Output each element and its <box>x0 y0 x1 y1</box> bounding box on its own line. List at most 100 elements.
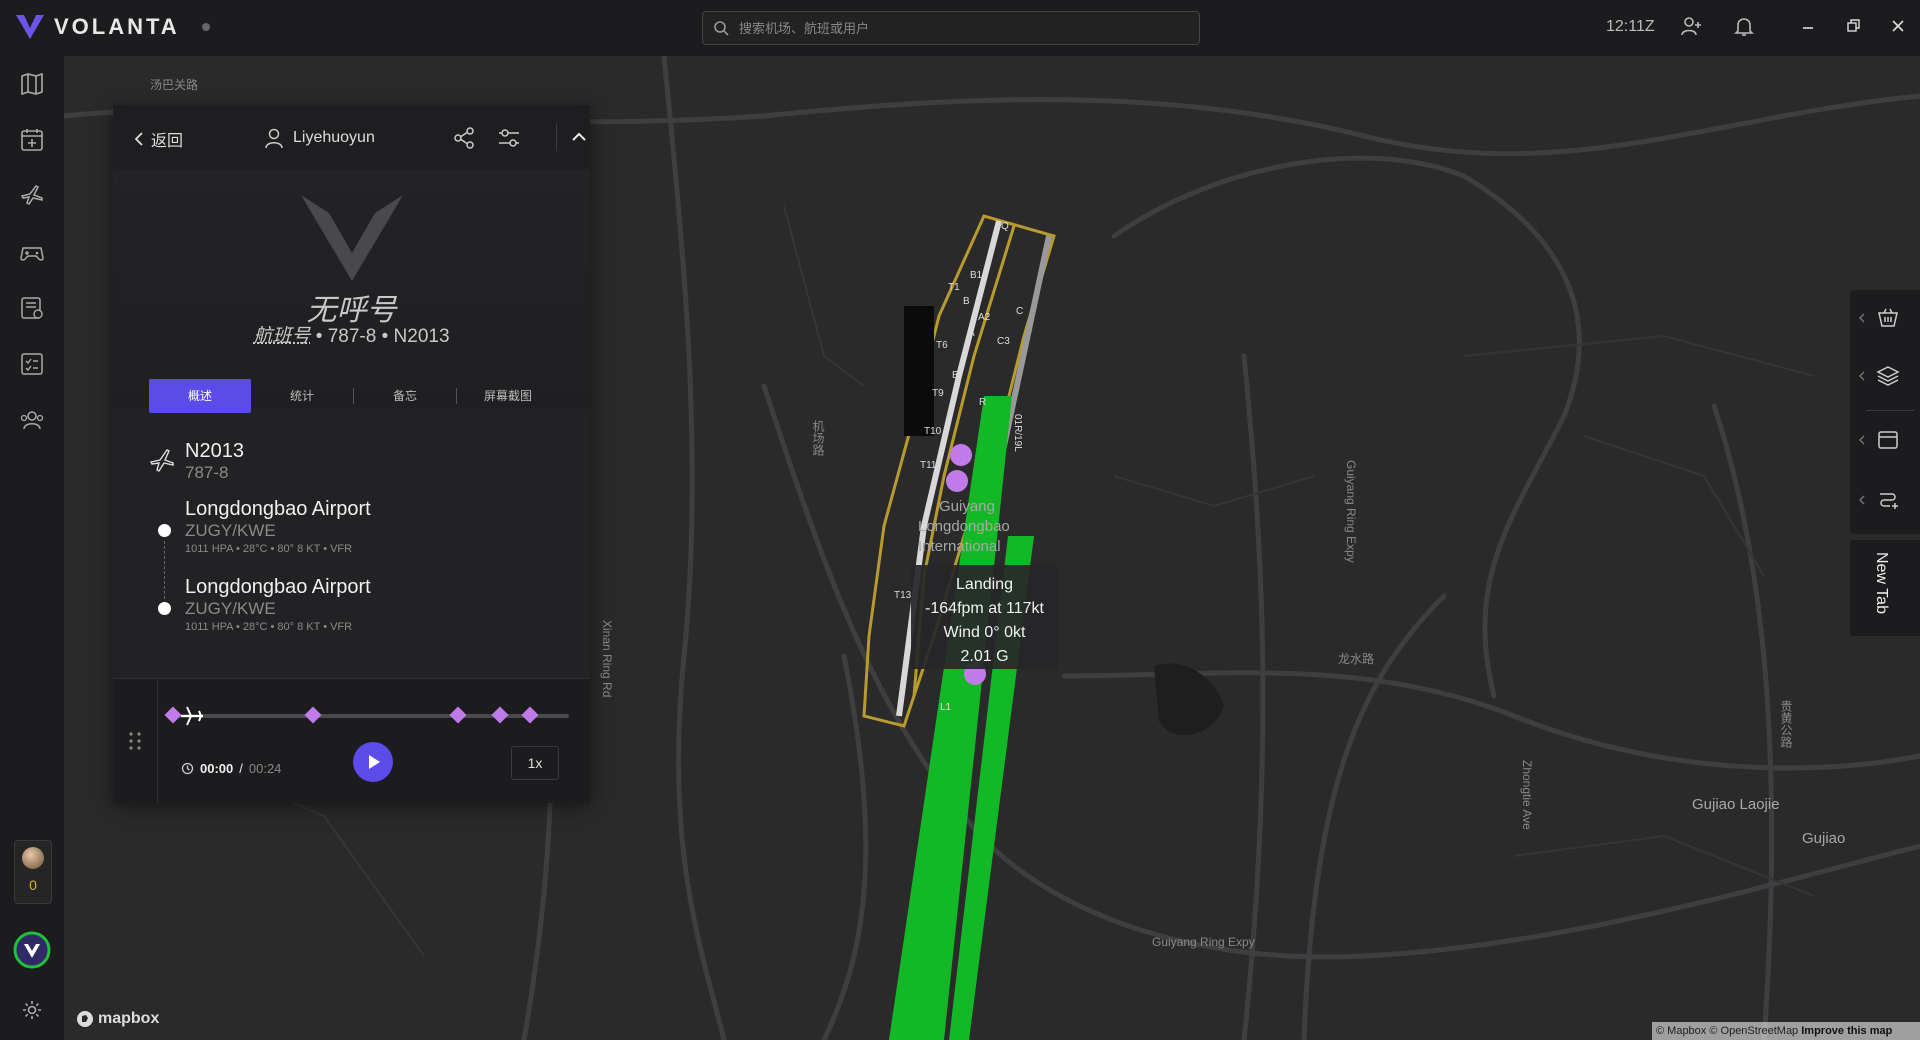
restore-icon[interactable] <box>1841 14 1865 38</box>
history-icon <box>181 762 194 775</box>
minimize-icon[interactable] <box>1796 14 1820 38</box>
registration: N2013 <box>393 326 450 347</box>
map-label: 机场路 <box>811 420 825 456</box>
chevron-left-icon <box>134 132 143 146</box>
chevron-up-icon[interactable] <box>556 123 593 151</box>
origin-weather: 1011 HPA • 28°C • 80° 8 KT • VFR <box>185 543 353 555</box>
volanta-logo-icon <box>16 15 44 39</box>
event-marker <box>946 470 968 492</box>
filter-icon[interactable] <box>496 125 522 151</box>
chevron-left-icon <box>1859 371 1865 381</box>
settings-gear-icon[interactable] <box>20 998 44 1022</box>
app-logo[interactable]: VOLANTA <box>14 12 210 42</box>
flight-plan-icon[interactable] <box>18 294 46 322</box>
aircraft-icon <box>149 449 174 472</box>
logbook-icon[interactable] <box>18 126 46 154</box>
search-box[interactable] <box>702 11 1200 45</box>
map-label: Guiyang Ring Expy <box>1152 935 1255 949</box>
route-button[interactable] <box>1850 472 1920 528</box>
tab-statistics[interactable]: 统计 <box>251 379 353 413</box>
gamepad-icon[interactable] <box>18 238 46 266</box>
runway-label: C3 <box>997 336 1010 347</box>
avatar <box>22 847 44 869</box>
route-line <box>164 541 166 599</box>
runway-label: L1 <box>940 702 952 713</box>
runway-label: T11 <box>920 460 937 471</box>
total-time: 00:24 <box>248 761 282 776</box>
mapbox-logo[interactable]: mapbox <box>76 1010 159 1028</box>
panel-header: 返回 Liyehuoyun <box>113 105 590 170</box>
destination-dot <box>158 602 171 615</box>
destination-airport-name[interactable]: Longdongbao Airport <box>185 576 371 599</box>
search-input[interactable] <box>737 19 1181 37</box>
map-toolbar <box>1850 290 1920 534</box>
map-label: 贵黄公路 <box>1779 700 1793 748</box>
pilot-notification[interactable]: 0 <box>14 840 52 904</box>
destination-airport-code: ZUGY/KWE <box>185 599 276 618</box>
runway-label: A2 <box>978 312 991 323</box>
utc-clock: 12:11Z <box>1606 18 1655 35</box>
replay-timeline: 00:00 / 00:24 1x <box>113 678 590 803</box>
volanta-status-icon[interactable] <box>13 931 51 969</box>
share-icon[interactable] <box>451 125 477 151</box>
drag-handle[interactable] <box>113 679 158 803</box>
tab-screenshots[interactable]: 屏幕截图 <box>457 379 559 413</box>
tooltip-wind: Wind 0° 0kt <box>943 624 1026 641</box>
friends-icon[interactable] <box>1680 14 1704 38</box>
route-add-icon <box>1880 493 1898 509</box>
flight-detail-panel: 返回 Liyehuoyun 无呼号 航班号 • 787-8 • N2013 概述… <box>113 105 590 803</box>
map-layers-button[interactable] <box>1850 348 1920 404</box>
app-name: VOLANTA <box>54 14 180 39</box>
aircraft-position-icon[interactable] <box>179 704 205 728</box>
timeline-track[interactable] <box>164 706 569 726</box>
map-label: Gujiao <box>1802 830 1846 847</box>
tab-overview[interactable]: 概述 <box>149 379 251 413</box>
left-sidebar: 0 <box>0 56 64 1040</box>
runway-label: B <box>963 296 970 307</box>
attribution-osm[interactable]: © OpenStreetMap <box>1709 1025 1798 1037</box>
improve-map-link[interactable]: Improve this map <box>1801 1025 1892 1037</box>
playback-speed-button[interactable]: 1x <box>511 746 559 780</box>
checklist-icon[interactable] <box>18 350 46 378</box>
drag-handle-icon <box>129 732 141 750</box>
event-marker <box>950 444 972 466</box>
attribution-mapbox[interactable]: © Mapbox <box>1656 1025 1706 1037</box>
timeline-event-marker[interactable] <box>491 706 509 724</box>
map-filter-button[interactable] <box>1850 290 1920 346</box>
runway-label: B1 <box>970 270 983 281</box>
notification-count: 0 <box>29 877 37 893</box>
back-button[interactable]: 返回 <box>133 127 183 151</box>
origin-airport-name[interactable]: Longdongbao Airport <box>185 498 371 521</box>
tooltip-rate: -164fpm at 117kt <box>925 600 1044 617</box>
toolbar-divider <box>1866 410 1914 411</box>
map-label: Guiyang Ring Expy <box>1344 460 1358 563</box>
timeline-event-marker[interactable] <box>449 706 467 724</box>
aircraft-icon[interactable] <box>18 182 46 210</box>
runway-label: T10 <box>924 426 942 437</box>
timeline-event-marker[interactable] <box>304 706 322 724</box>
user-link[interactable]: Liyehuoyun <box>263 127 375 149</box>
community-icon[interactable] <box>18 406 46 434</box>
origin-dot <box>158 524 171 537</box>
destination-weather: 1011 HPA • 28°C • 80° 8 KT • VFR <box>185 621 353 633</box>
runway-label: A <box>968 328 975 339</box>
map-attribution: © Mapbox © OpenStreetMap Improve this ma… <box>1652 1022 1920 1040</box>
timeline-event-marker[interactable] <box>521 706 539 724</box>
bell-icon[interactable] <box>1732 14 1756 38</box>
runway-label: T9 <box>932 388 944 399</box>
mapbox-icon <box>77 1011 93 1027</box>
new-tab-button[interactable]: New Tab <box>1850 540 1920 636</box>
play-icon <box>369 755 380 769</box>
map-icon[interactable] <box>18 70 46 98</box>
map-label: 龙水路 <box>1338 652 1375 666</box>
runway-label: 01R/19L <box>1012 414 1023 452</box>
layers-icon <box>1876 366 1900 386</box>
airline-logo-icon <box>301 195 403 281</box>
user-icon <box>265 128 283 149</box>
map-label: Xinan Ring Rd <box>600 620 614 698</box>
tab-notes[interactable]: 备忘 <box>354 379 456 413</box>
flight-subline: 航班号 • 787-8 • N2013 <box>253 326 450 347</box>
map-window-button[interactable] <box>1850 412 1920 468</box>
close-icon[interactable] <box>1886 14 1910 38</box>
play-button[interactable] <box>353 742 393 782</box>
